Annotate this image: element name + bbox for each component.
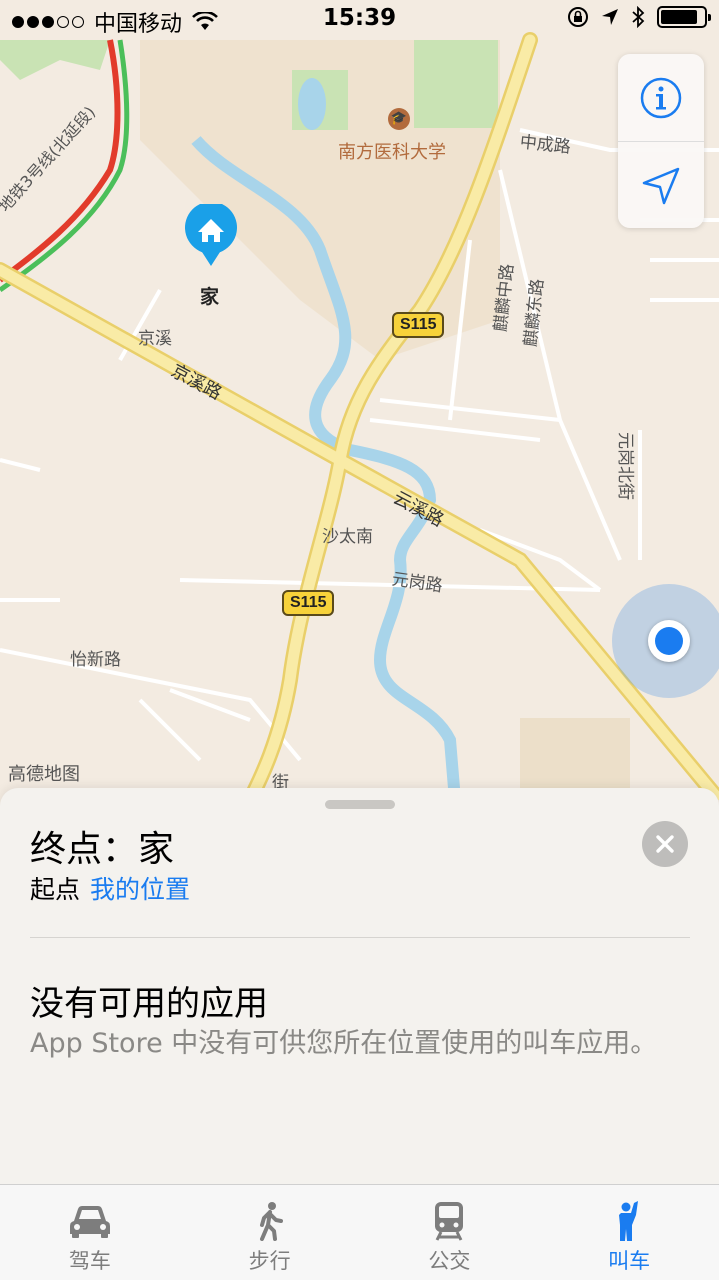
location-arrow-icon [642, 167, 680, 204]
road-label-yuangang-north: 元岗北街 [615, 432, 635, 500]
road-label-yixin: 怡新路 [70, 650, 121, 670]
road-label-zhongcheng: 中成路 [518, 132, 572, 158]
no-app-title: 没有可用的应用 [30, 984, 268, 1024]
train-icon [435, 1202, 464, 1241]
area-label-jingxi: 京溪 [138, 329, 172, 349]
info-icon [640, 77, 682, 118]
sheet-grabber[interactable] [325, 800, 395, 809]
home-pin[interactable] [184, 204, 238, 268]
graduation-cap-icon: 🎓 [388, 108, 410, 130]
bluetooth-icon [632, 6, 645, 28]
close-button[interactable] [642, 821, 688, 867]
destination-title: 终点：家 [30, 829, 175, 870]
locate-me-button[interactable] [618, 142, 704, 229]
directions-sheet[interactable]: 终点：家 起点 我的位置 没有可用的应用 App Store 中没有可供您所在位置… [0, 788, 719, 1188]
origin-row: 起点 我的位置 [30, 870, 190, 906]
close-icon [656, 835, 674, 853]
no-app-description: App Store 中没有可供您所在位置使用的叫车应用。 [30, 1028, 658, 1059]
origin-link[interactable]: 我的位置 [90, 875, 190, 904]
map-controls [618, 54, 704, 228]
tab-ride-hail[interactable]: 叫车 [539, 1185, 719, 1280]
tab-label: 公交 [428, 1249, 471, 1273]
car-icon [69, 1206, 110, 1238]
home-icon [185, 204, 237, 266]
location-services-icon [602, 9, 618, 25]
status-bar: 中国移动 15:39 [0, 0, 719, 40]
transport-tabbar: 驾车 步行 公交 叫车 [0, 1184, 719, 1280]
origin-prefix: 起点 [30, 875, 81, 904]
map-attribution: 高德地图 [8, 764, 80, 785]
map-canvas [0, 0, 719, 800]
tab-label: 步行 [248, 1249, 291, 1273]
tab-transit[interactable]: 公交 [360, 1185, 540, 1280]
battery-icon [657, 6, 711, 28]
tab-label: 驾车 [68, 1249, 111, 1273]
battery-level [661, 10, 697, 24]
map-info-button[interactable] [618, 54, 704, 141]
tab-drive[interactable]: 驾车 [0, 1185, 180, 1280]
area-label-shatainan: 沙太南 [322, 527, 373, 547]
walk-icon [259, 1202, 283, 1241]
highway-shield-s115: S115 [392, 312, 445, 338]
map-view[interactable]: 🎓 南方医科大学 中成路 地铁3号线(北延段) 京溪 京溪路 云溪路 沙太南 元… [0, 0, 719, 800]
user-location-dot[interactable] [648, 620, 690, 662]
highway-shield-s115: S115 [282, 590, 335, 616]
home-pin-label: 家 [200, 286, 220, 308]
tab-walk[interactable]: 步行 [180, 1185, 360, 1280]
tab-label: 叫车 [608, 1249, 651, 1273]
university-label[interactable]: 🎓 南方医科大学 [338, 108, 446, 164]
rotation-lock-icon [568, 7, 588, 27]
sheet-divider [30, 937, 690, 938]
ride-hail-icon [619, 1201, 639, 1241]
